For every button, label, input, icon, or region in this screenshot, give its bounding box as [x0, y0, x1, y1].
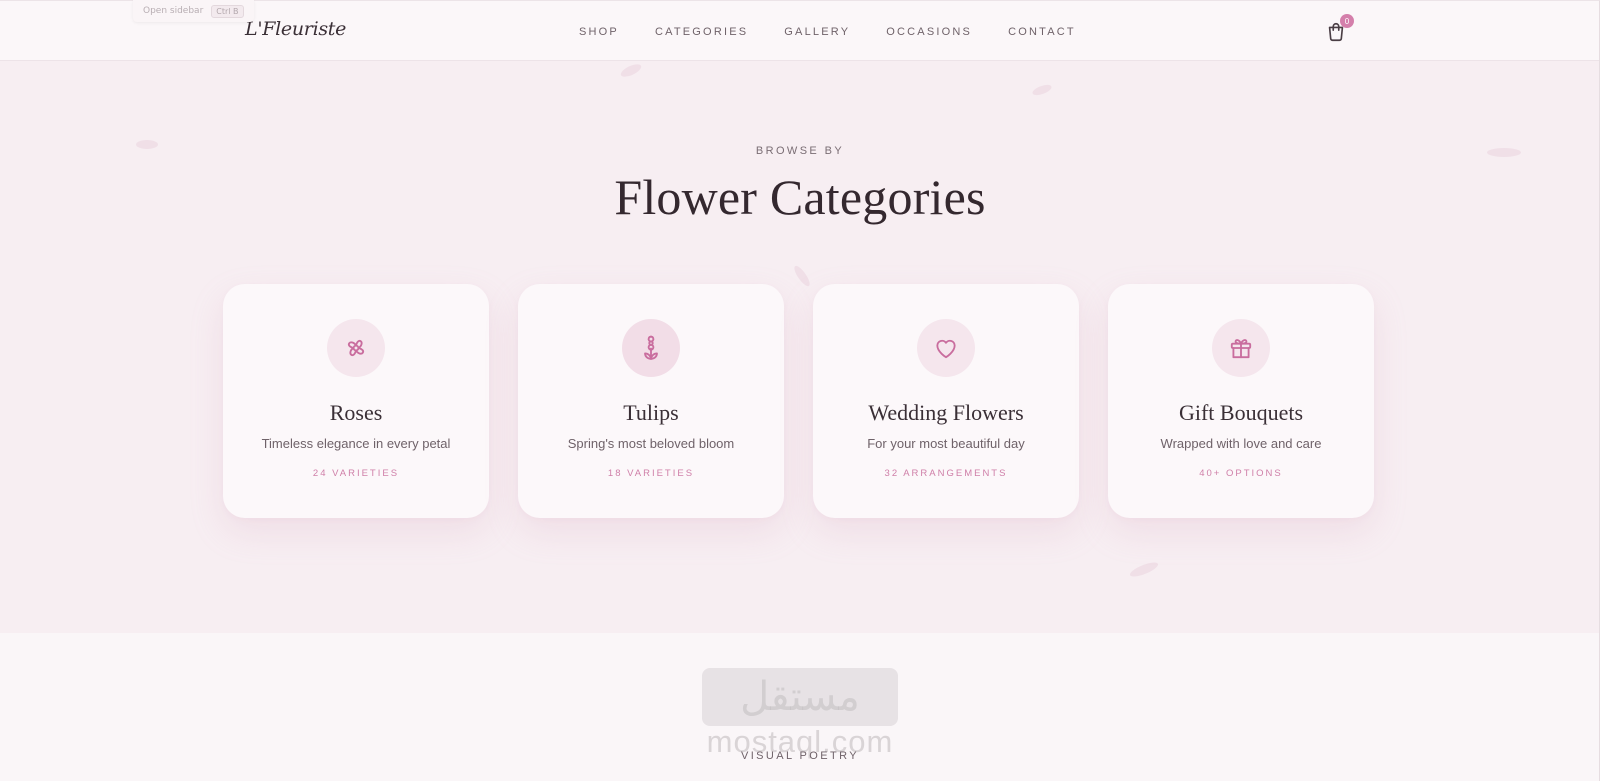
- section-title: Flower Categories: [614, 169, 986, 225]
- category-card-roses[interactable]: Roses Timeless elegance in every petal 2…: [223, 284, 489, 518]
- category-name: Roses: [329, 400, 383, 425]
- section-eyebrow: BROWSE BY: [755, 145, 845, 157]
- tulip-icon: [644, 335, 658, 360]
- nav-occasions[interactable]: OCCASIONS: [886, 26, 972, 38]
- icon-badge: [622, 319, 680, 377]
- nav-shop[interactable]: SHOP: [579, 26, 619, 38]
- category-description: For your most beautiful day: [867, 436, 1025, 451]
- category-name: Gift Bouquets: [1178, 400, 1304, 425]
- gallery-eyebrow: VISUAL POETRY: [740, 750, 859, 762]
- icon-badge: [1212, 319, 1270, 377]
- category-count: 24 VARIETIES: [312, 468, 400, 479]
- category-count: 32 ARRANGEMENTS: [884, 468, 1008, 479]
- category-name: Tulips: [623, 400, 679, 425]
- nav-gallery[interactable]: GALLERY: [784, 26, 850, 38]
- category-count: 18 VARIETIES: [607, 468, 695, 479]
- icon-badge: [327, 319, 385, 377]
- watermark-arabic: مستقل: [702, 668, 898, 726]
- watermark-logo: مستقل mostaql.com: [702, 668, 898, 759]
- icon-badge: [917, 319, 975, 377]
- category-description: Wrapped with love and care: [1160, 436, 1322, 451]
- main-menu: SHOP CATEGORIES GALLERY OCCASIONS CONTAC…: [579, 26, 1076, 38]
- gift-icon: [1230, 339, 1252, 359]
- category-cards: Roses Timeless elegance in every petal 2…: [223, 284, 1374, 518]
- flower-icon: [347, 339, 365, 357]
- category-description: Spring's most beloved bloom: [567, 436, 735, 451]
- category-card-wedding-flowers[interactable]: Wedding Flowers For your most beautiful …: [813, 284, 1079, 518]
- heart-icon: [936, 339, 956, 359]
- nav-contact[interactable]: CONTACT: [1008, 26, 1076, 38]
- category-card-tulips[interactable]: Tulips Spring's most beloved bloom 18 VA…: [518, 284, 784, 518]
- category-description: Timeless elegance in every petal: [261, 436, 451, 451]
- category-name: Wedding Flowers: [868, 400, 1024, 425]
- category-card-gift-bouquets[interactable]: Gift Bouquets Wrapped with love and care…: [1108, 284, 1374, 518]
- open-sidebar-label: Open sidebar: [143, 6, 204, 16]
- shortcut-key: Ctrl B: [211, 4, 244, 18]
- cart-count-badge: 0: [1340, 14, 1354, 28]
- category-count: 40+ OPTIONS: [1199, 468, 1283, 479]
- nav-categories[interactable]: CATEGORIES: [655, 26, 748, 38]
- brand-logo[interactable]: L'Fleuriste: [245, 18, 346, 40]
- cart-button[interactable]: 0: [1325, 14, 1354, 43]
- open-sidebar-hint[interactable]: Open sidebar Ctrl B: [133, 0, 254, 22]
